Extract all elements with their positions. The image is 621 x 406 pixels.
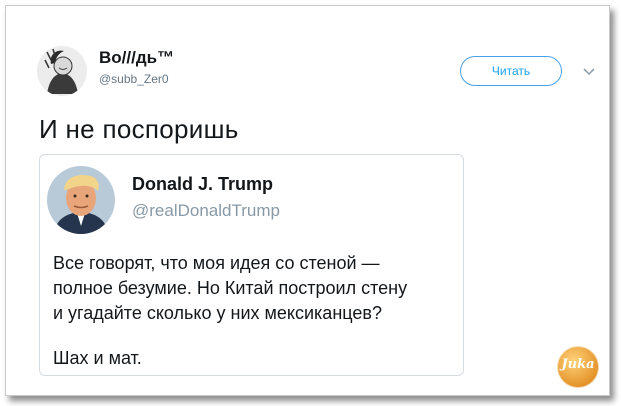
watermark-text: Juka: [561, 357, 595, 372]
quoted-body-line: и угадайте сколько у них мексиканцев?: [53, 303, 382, 323]
follow-button[interactable]: Читать: [460, 56, 562, 86]
tweet-card: Во///дь™ @subb_Zer0 Читать И не поспориш…: [5, 5, 610, 396]
quoted-avatar[interactable]: [47, 166, 115, 234]
chevron-down-icon[interactable]: [580, 62, 598, 80]
quoted-signoff: Шах и мат.: [53, 348, 142, 368]
user-handle[interactable]: @subb_Zer0: [99, 72, 169, 86]
quoted-tweet[interactable]: Donald J. Trump @realDonaldTrump Все гов…: [39, 154, 464, 376]
quoted-body-line: Все говорят, что моя идея со стеной —: [53, 253, 380, 273]
quoted-handle[interactable]: @realDonaldTrump: [132, 201, 280, 221]
quoted-body-line: полное безумие. Но Китай построил стену: [53, 278, 408, 298]
quoted-avatar-portrait: [47, 166, 115, 234]
display-name[interactable]: Во///дь™: [99, 48, 174, 68]
quoted-display-name[interactable]: Donald J. Trump: [132, 174, 273, 195]
avatar-illustration: [37, 46, 87, 96]
tweet-text: И не поспоришь: [39, 114, 239, 144]
site-watermark-logo: Juka: [555, 344, 601, 390]
user-avatar[interactable]: [37, 46, 87, 96]
quoted-body: Все говорят, что моя идея со стеной — по…: [53, 251, 458, 326]
